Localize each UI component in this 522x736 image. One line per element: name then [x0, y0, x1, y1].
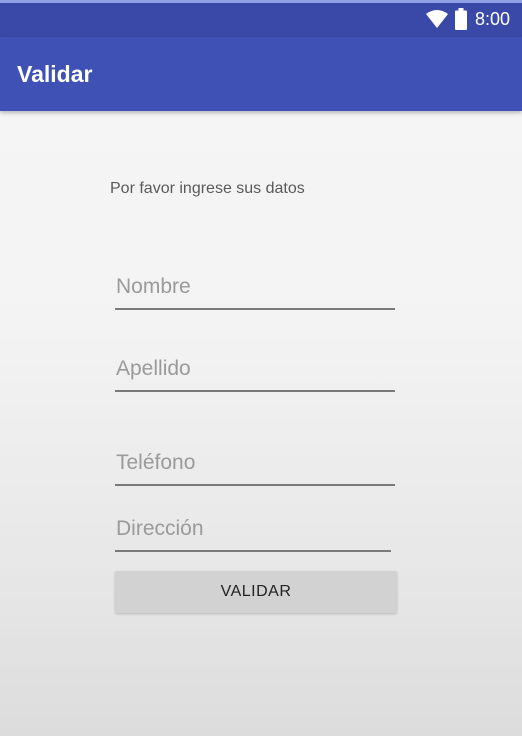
- telefono-input[interactable]: [115, 446, 395, 484]
- app-title: Validar: [17, 61, 93, 87]
- status-time: 8:00: [474, 8, 510, 29]
- direccion-input[interactable]: [115, 512, 391, 550]
- apellido-field: [115, 352, 395, 392]
- status-bar: 8:00: [0, 0, 522, 37]
- telefono-field: [115, 446, 395, 486]
- battery-icon: [454, 8, 467, 30]
- direccion-field: [115, 512, 391, 552]
- apellido-input[interactable]: [115, 352, 395, 390]
- wifi-icon: [425, 9, 449, 29]
- app-screen: 8:00 Validar Por favor ingrese sus datos…: [0, 0, 522, 736]
- app-bar: Validar: [0, 37, 522, 111]
- nombre-field: [115, 270, 395, 310]
- validar-button[interactable]: VALIDAR: [115, 571, 397, 613]
- form-prompt: Por favor ingrese sus datos: [110, 180, 305, 197]
- status-icons: 8:00: [425, 8, 510, 30]
- nombre-input[interactable]: [115, 270, 395, 308]
